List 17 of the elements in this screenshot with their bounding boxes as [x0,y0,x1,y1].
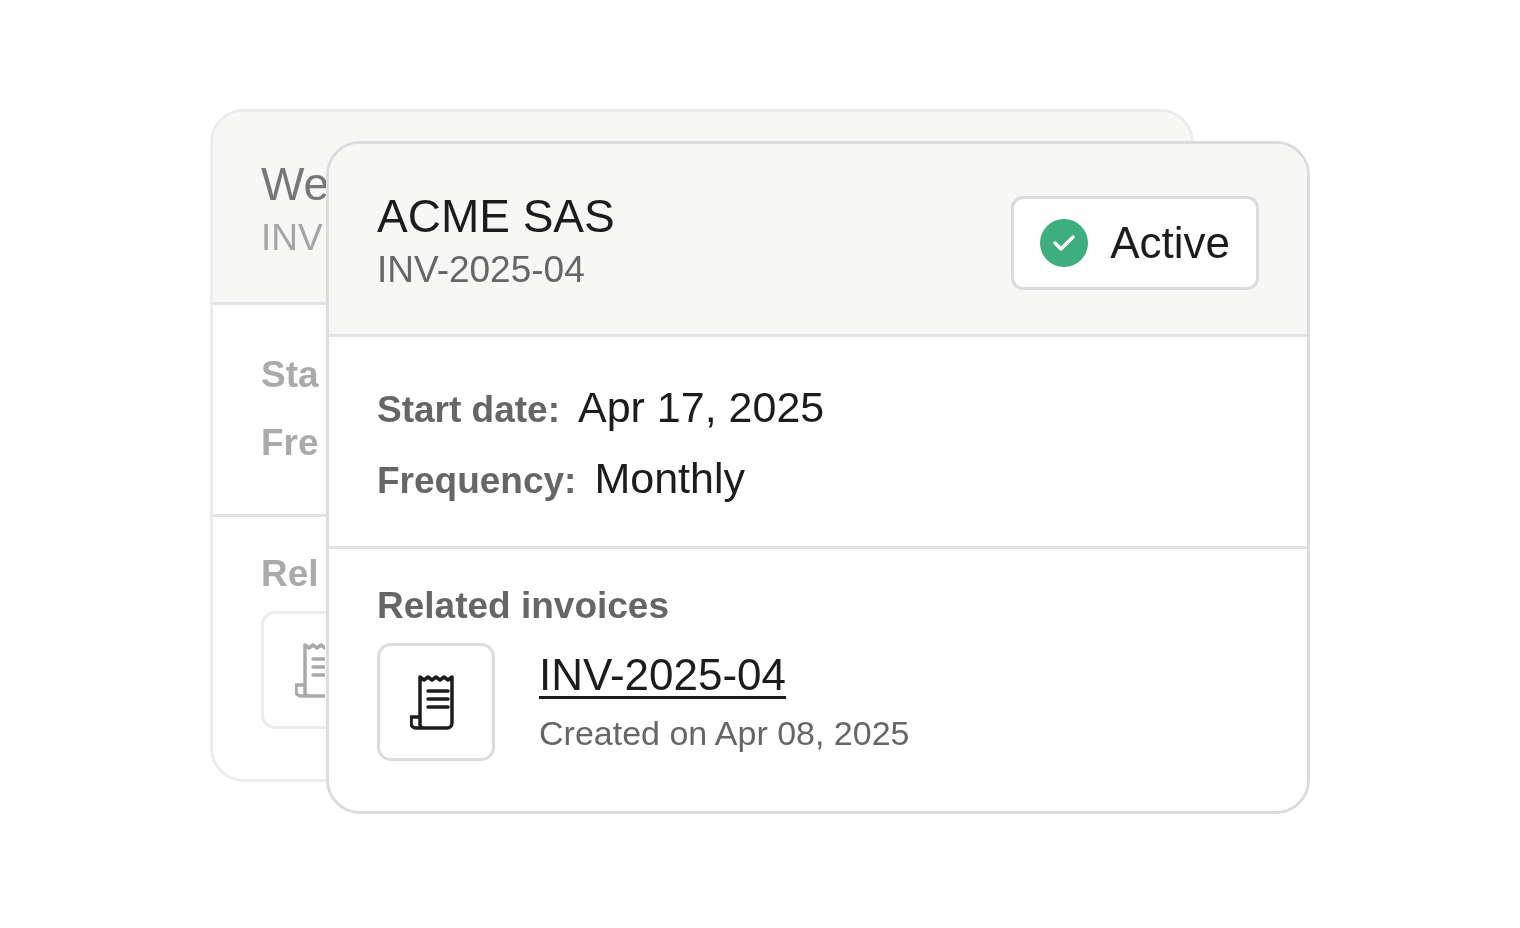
field-label: Sta [261,353,319,397]
card-subtitle: INV [261,216,324,260]
field-label: Start date: [377,388,560,432]
receipt-icon [295,641,325,699]
card-subtitle: INV-2025-04 [377,248,586,292]
field-label: Frequency: [377,459,577,503]
status-badge: Active [1011,196,1259,290]
field-value: Apr 17, 2025 [578,383,825,431]
card-title: ACME SAS [377,189,615,244]
card-title: We [261,157,330,212]
invoice-link[interactable]: INV-2025-04 [539,647,910,703]
field-label: Fre [261,421,319,465]
section-title: Related invoices [377,585,670,627]
field-value: Monthly [594,454,745,502]
section-title: Rel [261,553,320,595]
invoice-date: Created on Apr 08, 2025 [539,713,910,754]
check-icon [1040,219,1089,267]
